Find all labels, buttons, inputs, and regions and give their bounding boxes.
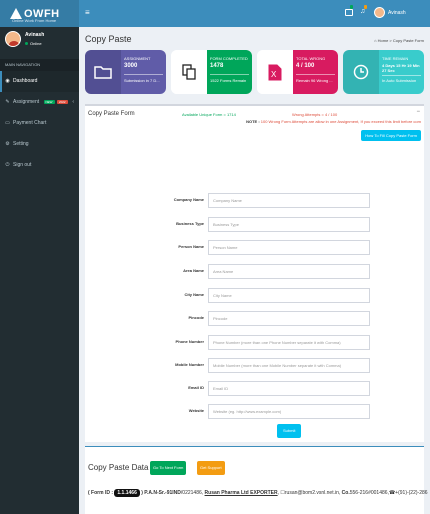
sidebar-user-panel: Avinash Online (0, 27, 79, 59)
page-title: Copy Paste (85, 34, 132, 44)
info-box-total-wrong: X TOTAL WRONG 4 / 100 Remain 96 Wrong ..… (257, 50, 338, 94)
user-menu[interactable]: Avinash (388, 10, 406, 16)
copy-paste-data-panel: Copy Paste Data Go To Next Form Get Supp… (85, 447, 428, 514)
sidebar-item-dashboard[interactable]: ◉ Dashboard (0, 71, 79, 92)
data-panel-title: Copy Paste Data (88, 463, 149, 472)
notification-badge (364, 5, 367, 9)
phone-number-input[interactable] (208, 335, 370, 350)
envelope-icon[interactable] (345, 9, 353, 16)
form-row-area: Area Name (85, 264, 424, 280)
wrong-attempts-count: Wrong Attempts = 4 / 100 (292, 112, 338, 117)
sidebar-item-assignment[interactable]: ✎ Assignment NEW 2022 ‹ (0, 92, 79, 113)
form-id-badge: 1.1.1466 (114, 489, 140, 497)
copy-paste-data-text: ( Form ID : 1.1.1466 ) P.A.N-Sr.-91IND/0… (88, 489, 428, 497)
mobile-number-input[interactable] (208, 358, 370, 373)
card-icon: ▭ (5, 120, 10, 126)
folder-icon (85, 50, 121, 94)
form-row-mobile: Mobile Number (85, 358, 424, 374)
bell-icon[interactable]: ♫ (360, 8, 365, 15)
form-row-phone: Phone Number (85, 335, 424, 351)
get-support-button[interactable]: Get Support (197, 461, 225, 475)
sidebar-user-name: Avinash (25, 32, 45, 38)
how-to-fill-button[interactable]: How To Fill Copy Paste Form (361, 130, 421, 141)
sidebar-item-setting[interactable]: ⚙ Setting (0, 134, 79, 155)
email-id-input[interactable] (208, 381, 370, 396)
next-form-button[interactable]: Go To Next Form (150, 461, 187, 475)
new-badge: NEW (43, 99, 55, 104)
info-box-form-completed: FORM COMPLETED 1478 1522 Forms Remain (171, 50, 252, 94)
excel-icon: X (257, 50, 293, 94)
info-box-body: TOTAL WRONG 4 / 100 Remain 96 Wrong ... (293, 50, 338, 94)
progress-bar (124, 74, 163, 75)
year-badge: 2022 (56, 99, 68, 104)
company-name-input[interactable] (208, 193, 370, 208)
breadcrumb-home[interactable]: Home (378, 38, 389, 43)
info-box-assignment: ASSIGNMENT 3000 Submission in 7 D... (85, 50, 166, 94)
info-box-body: TIME REMAIN 4 Days 15 Hr 19 Min 27 Sec I… (379, 50, 424, 94)
info-box-time-remain: TIME REMAIN 4 Days 15 Hr 19 Min 27 Sec I… (343, 50, 424, 94)
dashboard-icon: ◉ (5, 78, 10, 84)
collapse-icon[interactable]: − (416, 109, 420, 115)
main-content: Copy Paste ⌂ Home > Copy Paste Form ASSI… (79, 27, 430, 514)
form-title: Copy Paste Form (88, 111, 135, 117)
breadcrumb: ⌂ Home > Copy Paste Form (374, 38, 424, 43)
logo[interactable]: OWFH Online Work From Home (0, 0, 79, 27)
menu-toggle-icon[interactable]: ≡ (85, 8, 90, 17)
form-note: NOTE : 100 Wrong Form Attempts are allow… (246, 119, 421, 124)
form-row-website: Website (85, 404, 424, 420)
form-row-city: City Name (85, 288, 424, 304)
area-name-input[interactable] (208, 264, 370, 279)
sidebar-item-sign-out[interactable]: ⏻ Sign out (0, 155, 79, 176)
logo-tagline: Online Work From Home (12, 18, 57, 23)
sidebar-avatar (5, 31, 21, 47)
home-icon: ⌂ (374, 38, 377, 43)
unique-forms-count: Available Unique Form = 1714 (182, 112, 236, 117)
copy-paste-form-panel: Copy Paste Form Available Unique Form = … (85, 104, 424, 442)
person-name-input[interactable] (208, 240, 370, 255)
info-box-body: FORM COMPLETED 1478 1522 Forms Remain (207, 50, 252, 94)
submit-button[interactable]: Submit (277, 424, 302, 438)
gear-icon: ⚙ (5, 141, 10, 147)
website-input[interactable] (208, 404, 370, 419)
info-box-body: ASSIGNMENT 3000 Submission in 7 D... (121, 50, 166, 94)
power-icon: ⏻ (5, 162, 10, 168)
online-dot-icon (25, 42, 28, 45)
breadcrumb-current: Copy Paste Form (392, 38, 424, 43)
edit-icon: ✎ (5, 99, 10, 105)
chevron-left-icon: ‹ (72, 99, 74, 105)
sidebar: Avinash Online MAIN NAVIGATION ◉ Dashboar… (0, 27, 79, 514)
company-name-text: Rusan Pharma Ltd EXPORTER (204, 490, 278, 496)
clock-icon (343, 50, 379, 94)
form-row-company: Company Name (85, 193, 424, 209)
form-row-person: Person Name (85, 240, 424, 256)
progress-bar (210, 74, 249, 75)
form-row-business: Business Type (85, 217, 424, 233)
sidebar-user-status: Online (25, 41, 42, 46)
sidebar-item-payment-chart[interactable]: ▭ Payment Chart (0, 113, 79, 134)
city-name-input[interactable] (208, 288, 370, 303)
top-navbar: ≡ ♫ Avinash (79, 0, 430, 27)
pincode-input[interactable] (208, 311, 370, 326)
copy-icon (171, 50, 207, 94)
message-badge (350, 5, 353, 9)
sidebar-section-title: MAIN NAVIGATION (0, 59, 79, 71)
form-row-email: Email ID (85, 381, 424, 397)
form-row-pincode: Pincode (85, 311, 424, 327)
progress-bar (296, 74, 335, 75)
business-type-input[interactable] (208, 217, 370, 232)
svg-text:X: X (271, 70, 277, 79)
progress-bar (382, 75, 421, 76)
user-avatar[interactable] (374, 7, 385, 18)
